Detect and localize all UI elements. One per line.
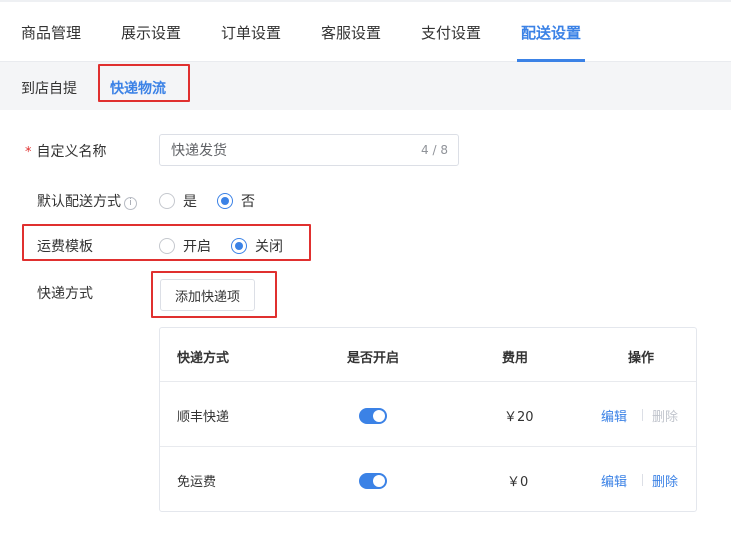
add-express-item-button[interactable]: 添加快递项: [160, 279, 255, 311]
info-icon[interactable]: i: [124, 197, 137, 210]
header-actions: 操作: [628, 351, 655, 366]
radio-circle: [231, 238, 247, 254]
freight-template-label: 运费模板: [37, 239, 93, 255]
edit-link[interactable]: 编辑: [601, 471, 627, 490]
top-tab-bar: 商品管理 展示设置 订单设置 客服设置 支付设置 配送设置: [0, 0, 731, 62]
express-name: 免运费: [177, 475, 217, 490]
radio-label: 是: [183, 194, 197, 210]
delete-link: 删除: [652, 410, 679, 425]
header-fee: 费用: [502, 351, 529, 366]
radio-circle: [217, 193, 233, 209]
custom-name-input-wrapper: 4 / 8: [159, 134, 459, 166]
tab-product-management[interactable]: 商品管理: [21, 22, 81, 43]
table-row: 顺丰快递 ￥20 编辑 删除: [160, 382, 696, 447]
express-fee: ￥0: [507, 475, 529, 490]
table-row: 免运费 ￥0 编辑 删除: [160, 447, 696, 511]
header-enabled: 是否开启: [347, 351, 400, 366]
action-separator: [642, 409, 643, 421]
tab-delivery-settings[interactable]: 配送设置: [521, 22, 581, 43]
radio-circle: [159, 238, 175, 254]
express-fee: ￥20: [504, 410, 534, 425]
char-counter: 4 / 8: [421, 143, 448, 157]
express-name: 顺丰快递: [177, 410, 230, 425]
freight-template-on-radio[interactable]: 开启: [159, 236, 211, 256]
tab-payment-settings[interactable]: 支付设置: [421, 22, 481, 43]
radio-label: 关闭: [255, 239, 283, 255]
radio-label: 开启: [183, 239, 211, 255]
express-methods-label: 快递方式: [37, 286, 93, 302]
edit-link[interactable]: 编辑: [601, 406, 627, 425]
enabled-toggle[interactable]: [359, 408, 387, 424]
tab-order-settings[interactable]: 订单设置: [221, 22, 281, 43]
required-mark: *: [25, 145, 32, 160]
radio-label: 否: [241, 194, 255, 210]
enabled-toggle[interactable]: [359, 473, 387, 489]
delete-link[interactable]: 删除: [652, 471, 678, 490]
header-express-method: 快递方式: [177, 351, 230, 366]
action-separator: [642, 474, 643, 486]
default-delivery-no-radio[interactable]: 否: [217, 191, 255, 211]
tab-display-settings[interactable]: 展示设置: [121, 22, 181, 43]
tab-customer-service-settings[interactable]: 客服设置: [321, 22, 381, 43]
default-delivery-label-text: 默认配送方式: [37, 194, 121, 210]
default-delivery-yes-radio[interactable]: 是: [159, 191, 197, 211]
subtab-express-logistics[interactable]: 快递物流: [110, 78, 166, 98]
custom-name-input[interactable]: [171, 135, 411, 165]
sub-tab-bar: 到店自提 快递物流: [0, 62, 731, 110]
default-delivery-label: 默认配送方式 i: [37, 191, 137, 211]
table-header-row: 快递方式 是否开启 费用 操作: [160, 328, 696, 382]
custom-name-label: * 自定义名称: [25, 141, 107, 161]
express-table: 快递方式 是否开启 费用 操作 顺丰快递 ￥20 编辑 删除 免运费 ￥0 编辑…: [159, 327, 697, 512]
freight-template-off-radio[interactable]: 关闭: [231, 236, 283, 256]
custom-name-label-text: 自定义名称: [36, 144, 107, 160]
radio-circle: [159, 193, 175, 209]
subtab-store-pickup[interactable]: 到店自提: [21, 78, 77, 98]
